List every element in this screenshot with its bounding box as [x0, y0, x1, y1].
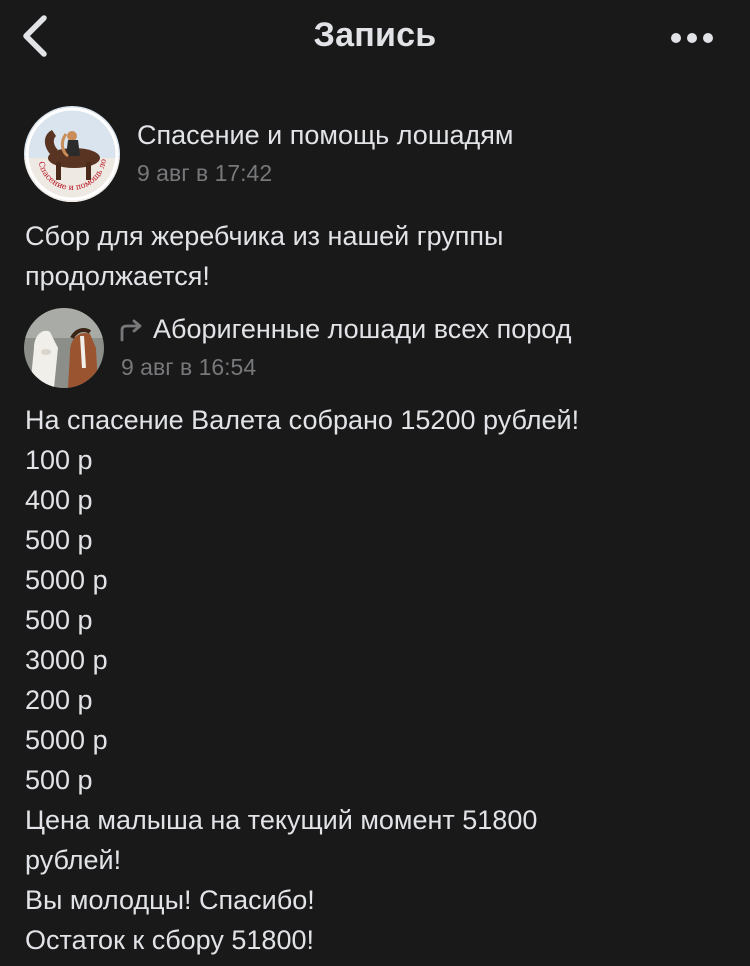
post-text: Сбор для жеребчика из нашей группы продо… [25, 221, 504, 291]
more-button[interactable] [668, 24, 720, 52]
repost-arrow-icon [120, 319, 142, 342]
group-avatar[interactable]: Спасение и помощь лошадям [24, 106, 120, 202]
more-horizontal-icon [671, 33, 713, 43]
repost-text: На спасение Валета собрано 15200 рублей!… [25, 405, 580, 955]
post-author-name[interactable]: Спасение и помощь лошадям [137, 120, 513, 151]
repost-author-name[interactable]: Аборигенные лошади всех пород [153, 314, 572, 345]
repost-group-avatar[interactable] [24, 308, 104, 388]
repost-date[interactable]: 9 авг в 16:54 [121, 354, 256, 381]
post-date[interactable]: 9 авг в 17:42 [137, 160, 272, 187]
page-title: Запись [313, 16, 437, 54]
navigation-bar: Запись [0, 0, 750, 76]
